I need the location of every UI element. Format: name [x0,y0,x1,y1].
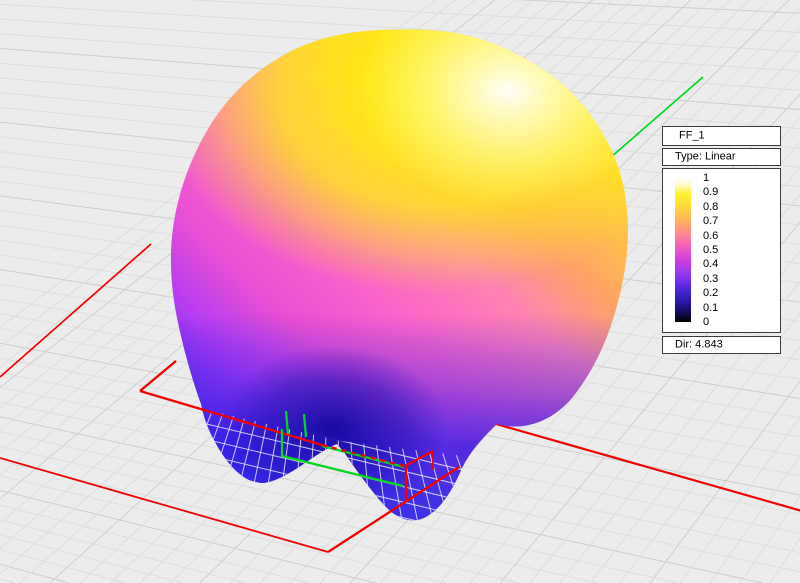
application-viewport: FF_1 Type: Linear 1 0.9 0.8 0.7 0.6 0.5 … [0,0,800,583]
legend-title-box: FF_1 [662,126,781,146]
colorbar-tick: 0.2 [703,288,743,299]
legend-directivity: Dir: 4.843 [675,340,723,351]
colorbar-tick: 0.4 [703,259,743,270]
colorbar-tick: 1 [703,173,743,184]
colorbar-tick: 0.1 [703,303,743,314]
colorbar-tick: 0 [703,317,743,328]
colorbar-tick: 0.7 [703,216,743,227]
colorbar-tick: 0.6 [703,231,743,242]
legend-type-label: Type: Linear [675,152,736,163]
legend-colorbar-box: 1 0.9 0.8 0.7 0.6 0.5 0.4 0.3 0.2 0.1 0 [662,168,781,333]
colorbar-gradient [675,178,691,322]
colorbar-tick: 0.3 [703,274,743,285]
colorbar-tick: 0.9 [703,187,743,198]
legend-title: FF_1 [679,131,705,142]
legend-type-box: Type: Linear [662,148,781,166]
legend-directivity-box: Dir: 4.843 [662,336,781,354]
colorbar-tick: 0.5 [703,245,743,256]
colorbar-tick: 0.8 [703,202,743,213]
